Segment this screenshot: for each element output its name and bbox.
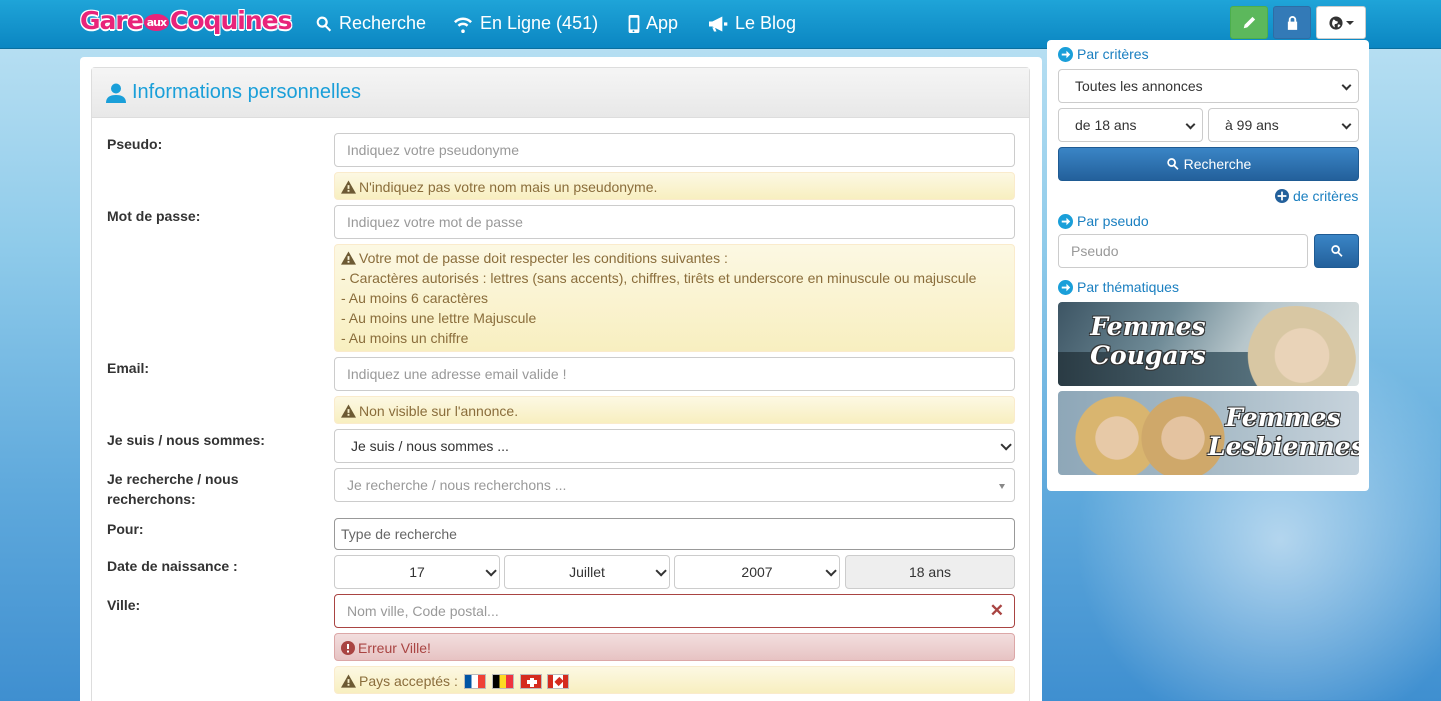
caret-down-icon xyxy=(1345,20,1354,25)
register-button[interactable] xyxy=(1230,6,1268,39)
caret-down-icon xyxy=(999,484,1005,489)
search-sidebar: Par critères Toutes les annonces de 18 a… xyxy=(1047,40,1369,491)
for-input[interactable]: Type de recherche xyxy=(334,518,1015,550)
banner-photo xyxy=(1236,306,1356,386)
chevron-down-icon xyxy=(655,565,667,577)
personal-info-panel: Informations personnelles Pseudo: Indiqu… xyxy=(91,67,1030,701)
chevron-down-icon xyxy=(1000,439,1012,451)
arrow-circle-right-icon xyxy=(1058,46,1073,62)
clear-icon[interactable]: ✕ xyxy=(990,601,1004,621)
password-rule: - Au moins 6 caractères xyxy=(341,290,489,306)
language-dropdown[interactable] xyxy=(1316,6,1366,39)
nav-search[interactable]: Recherche xyxy=(315,13,426,34)
globe-icon xyxy=(1328,15,1343,30)
accepted-countries: Pays acceptés : xyxy=(334,666,1015,694)
chevron-down-icon xyxy=(1341,80,1352,91)
warning-icon xyxy=(341,180,356,194)
for-label: Pour: xyxy=(107,521,144,537)
pseudo-search-button[interactable] xyxy=(1314,234,1359,268)
email-input[interactable]: Indiquez une adresse email valide ! xyxy=(334,357,1015,391)
belgium-flag-icon xyxy=(491,674,514,689)
warning-icon xyxy=(341,674,356,688)
city-label: Ville: xyxy=(107,597,141,613)
chevron-down-icon xyxy=(1185,119,1196,130)
ads-type-select[interactable]: Toutes les annonces xyxy=(1058,69,1359,103)
birth-month-select[interactable]: Juillet xyxy=(504,555,670,589)
pencil-icon xyxy=(1243,16,1256,28)
password-rule: - Au moins une lettre Majuscule xyxy=(341,310,537,326)
iam-select[interactable]: Je suis / nous sommes ... xyxy=(334,429,1015,463)
sidebar-search-button[interactable]: Recherche xyxy=(1058,147,1359,181)
plus-circle-icon xyxy=(1275,189,1289,203)
age-display: 18 ans xyxy=(845,555,1015,589)
pseudo-label: Pseudo: xyxy=(107,136,163,152)
wifi-icon xyxy=(454,17,472,33)
chevron-down-icon xyxy=(825,565,837,577)
switzerland-flag-icon xyxy=(519,674,542,689)
pseudo-hint: N'indiquez pas votre nom mais un pseudon… xyxy=(334,172,1015,200)
birth-day-select[interactable]: 17 xyxy=(334,555,500,589)
nav-online[interactable]: En Ligne (451) xyxy=(452,13,598,34)
birth-year-select[interactable]: 2007 xyxy=(674,555,840,589)
by-criteria-link[interactable]: Par critères xyxy=(1058,46,1149,62)
france-flag-icon xyxy=(463,674,486,689)
password-label: Mot de passe: xyxy=(107,208,201,224)
lock-icon xyxy=(1287,16,1297,30)
email-hint: Non visible sur l'annonce. xyxy=(334,396,1015,424)
more-criteria-link[interactable]: de critères xyxy=(1275,188,1358,204)
warning-icon xyxy=(341,251,356,265)
city-input[interactable]: Nom ville, Code postal... ✕ xyxy=(334,594,1015,628)
panel-header: Informations personnelles xyxy=(92,68,1029,118)
chevron-down-icon xyxy=(485,565,497,577)
chevron-down-icon xyxy=(1341,119,1352,130)
seek-label: Je recherche / nous recherchons: xyxy=(107,471,239,507)
mobile-phone-icon xyxy=(628,14,640,33)
site-logo[interactable]: Gare aux Coquines xyxy=(80,6,292,35)
email-label: Email: xyxy=(107,360,150,376)
city-error: Erreur Ville! xyxy=(334,633,1015,661)
main-content: Informations personnelles Pseudo: Indiqu… xyxy=(80,57,1042,701)
pseudo-search-input[interactable]: Pseudo xyxy=(1058,234,1308,268)
password-input[interactable]: Indiquez votre mot de passe xyxy=(334,205,1015,239)
cougars-banner[interactable]: Femmes Cougars xyxy=(1058,302,1359,386)
by-theme-link[interactable]: Par thématiques xyxy=(1058,279,1179,295)
seek-select[interactable]: Je recherche / nous recherchons ... xyxy=(334,468,1015,502)
password-rules: Votre mot de passe doit respecter les co… xyxy=(334,244,1015,352)
user-icon xyxy=(106,83,126,103)
arrow-circle-right-icon xyxy=(1058,279,1073,295)
search-icon xyxy=(1166,158,1179,170)
by-pseudo-link[interactable]: Par pseudo xyxy=(1058,213,1149,229)
search-icon xyxy=(1330,245,1343,257)
error-circle-icon xyxy=(341,641,355,655)
pseudo-input[interactable]: Indiquez votre pseudonyme xyxy=(334,133,1015,167)
age-from-select[interactable]: de 18 ans xyxy=(1058,108,1203,142)
search-icon xyxy=(316,16,332,31)
login-button[interactable] xyxy=(1273,6,1311,39)
iam-label: Je suis / nous sommes: xyxy=(107,432,265,448)
birthdate-label: Date de naissance : xyxy=(107,558,238,574)
password-rule: - Caractères autorisés : lettres (sans a… xyxy=(341,270,977,286)
nav-blog[interactable]: Le Blog xyxy=(709,13,796,34)
age-to-select[interactable]: à 99 ans xyxy=(1208,108,1359,142)
megaphone-icon xyxy=(709,16,728,31)
warning-icon xyxy=(341,404,356,418)
lesbians-banner[interactable]: Femmes Lesbiennes xyxy=(1058,391,1359,475)
nav-app[interactable]: App xyxy=(628,13,678,34)
password-rule: - Au moins un chiffre xyxy=(341,330,469,346)
panel-title: Informations personnelles xyxy=(132,81,362,103)
canada-flag-icon xyxy=(547,674,570,689)
arrow-circle-right-icon xyxy=(1058,213,1073,229)
